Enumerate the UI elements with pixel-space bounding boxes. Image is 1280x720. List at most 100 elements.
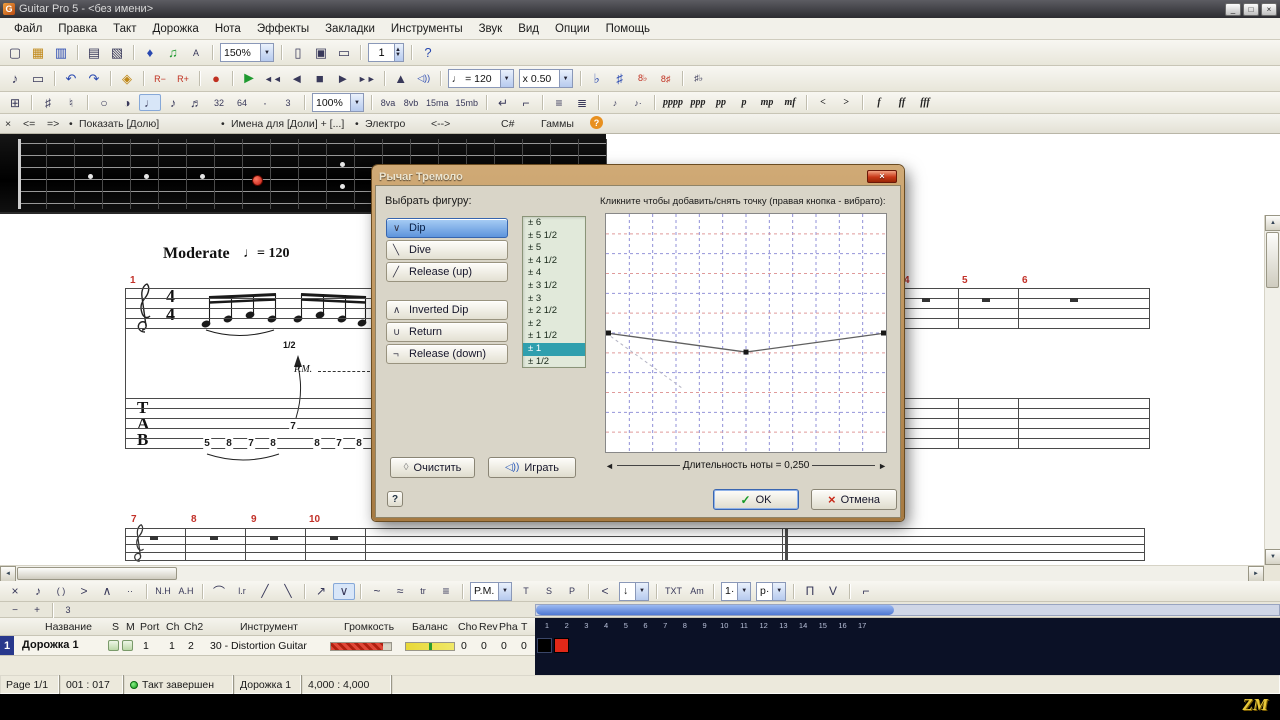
sixtyfourth-note-button[interactable]: 64 [231, 94, 253, 111]
timeline-measure-number[interactable]: 7 [663, 621, 667, 630]
timeline-scrollbar-thumb[interactable] [536, 605, 894, 615]
next-measure-button[interactable]: ► [332, 69, 354, 89]
popping-button[interactable]: P [561, 583, 583, 600]
tapping-button[interactable]: T [515, 583, 537, 600]
track-row[interactable]: 1 Дорожка 1 1 1 2 30 - Distortion Guitar… [0, 636, 535, 656]
align-left-button[interactable]: ≡ [548, 94, 570, 111]
timeline-measure-number[interactable]: 14 [799, 621, 807, 630]
note-entry-button[interactable]: ♪ [4, 69, 26, 89]
text-button[interactable]: TXT [662, 583, 685, 600]
close-button[interactable]: × [1261, 3, 1277, 16]
natural-harmonic-button[interactable]: N.H [152, 583, 174, 600]
tuning-button[interactable]: ♯♭ [688, 69, 710, 89]
heavy-accent-button[interactable]: ∧ [96, 583, 118, 600]
menu-item-7[interactable]: Инструменты [383, 20, 471, 38]
range-item[interactable]: ± 5 1/2 [523, 230, 585, 243]
note-names-button[interactable]: Имена для [Доли] + [...] [228, 116, 347, 132]
measure-timeline[interactable]: 1234567891011121314151617 [535, 618, 1280, 675]
crescendo-button[interactable]: < [812, 94, 834, 111]
menu-item-3[interactable]: Дорожка [144, 20, 206, 38]
vertical-scroll-thumb[interactable] [1266, 232, 1279, 288]
maximize-button[interactable]: □ [1243, 3, 1259, 16]
first-measure-button[interactable]: ◄◄ [261, 69, 285, 89]
fade-in-button[interactable]: < [594, 583, 616, 600]
balance-slider[interactable] [405, 642, 455, 651]
menu-item-5[interactable]: Эффекты [249, 20, 317, 38]
hammer-on-button[interactable]: ⌒ [208, 583, 230, 600]
palm-mute-select[interactable]: P.M.▼ [470, 582, 512, 601]
line-break-button[interactable]: ↵ [492, 94, 514, 111]
scroll-up-button[interactable]: ▲ [1265, 215, 1280, 231]
brush-select[interactable]: ↓▼ [619, 582, 649, 601]
electro-button[interactable]: Электро [362, 116, 408, 132]
score-vertical-scrollbar[interactable]: ▲ ▼ [1264, 215, 1280, 565]
dialog-title-bar[interactable]: Рычаг Тремоло × [375, 168, 901, 185]
range-item[interactable]: ± 3 [523, 293, 585, 306]
menu-item-4[interactable]: Нота [207, 20, 249, 38]
last-measure-button[interactable]: ►► [355, 69, 379, 89]
tremolo-picking-button[interactable]: ≡ [435, 583, 457, 600]
chord-grid-button[interactable]: ⊞ [4, 94, 26, 111]
phaser-value[interactable]: 0 [501, 640, 507, 652]
pickstroke-down-button[interactable]: Π [799, 583, 821, 600]
tempo-select[interactable]: ♩ = 120▼ [448, 69, 514, 88]
pickstroke-up-button[interactable]: V [822, 583, 844, 600]
score-horizontal-scrollbar[interactable]: ◄ ► [0, 565, 1264, 581]
menu-item-9[interactable]: Вид [510, 20, 547, 38]
chorus-value[interactable]: 0 [461, 640, 467, 652]
note-button[interactable]: ♪ [27, 583, 49, 600]
transpose-up-button[interactable]: ♯ [609, 69, 631, 89]
menu-item-11[interactable]: Помощь [598, 20, 658, 38]
slide-legato-button[interactable]: ╱ [254, 583, 276, 600]
timeline-scrollbar[interactable] [535, 604, 1280, 616]
help-button[interactable]: ? [417, 43, 439, 63]
bend-button[interactable]: ↗ [310, 583, 332, 600]
dialog-help-button[interactable]: ? [387, 491, 403, 507]
menu-item-8[interactable]: Звук [471, 20, 511, 38]
range-item[interactable]: ± 2 1/2 [523, 305, 585, 318]
redo-button[interactable]: ↷ [83, 69, 105, 89]
grace-on-beat-button[interactable]: ♪· [627, 94, 649, 111]
ghost-note-button[interactable]: ( ) [50, 583, 72, 600]
dynamic-pppp-button[interactable]: pppp [660, 94, 686, 111]
accent-button[interactable]: > [73, 583, 95, 600]
range-item[interactable]: ± 4 [523, 267, 585, 280]
prev-beat-button[interactable]: <= [20, 116, 38, 132]
relative-speed-select[interactable]: x 0.50▼ [519, 69, 573, 88]
timeline-measure-number[interactable]: 2 [565, 621, 569, 630]
thirtysecond-note-button[interactable]: 32 [208, 94, 230, 111]
stop-button[interactable]: ■ [309, 69, 331, 89]
show-beat-button[interactable]: Показать [Долю] [76, 116, 162, 132]
ottava-bassa-button[interactable]: 8vb [400, 94, 422, 111]
save-button[interactable]: ▥ [50, 43, 72, 63]
timeline-measure-number[interactable]: 4 [604, 621, 608, 630]
figure-button-dip[interactable]: ∨Dip [386, 218, 508, 238]
tremolo-curve-chart[interactable] [605, 213, 887, 453]
figure-button-dive[interactable]: ╲Dive [386, 240, 508, 260]
zoom-select[interactable]: 150%▼ [220, 43, 274, 62]
transpose-down-button[interactable]: ♭ [586, 69, 608, 89]
range-item[interactable]: ± 3 1/2 [523, 280, 585, 293]
timeline-measure-number[interactable]: 3 [584, 621, 588, 630]
port-value[interactable]: 1 [143, 640, 149, 652]
fingering-right-select[interactable]: p·▼ [756, 582, 786, 601]
curve-point[interactable] [744, 350, 749, 355]
tuplet-small-button[interactable]: 3 [57, 603, 79, 617]
line-lock-button[interactable]: ⌐ [515, 94, 537, 111]
scroll-right-button[interactable]: ► [1248, 566, 1264, 582]
triplet-button[interactable]: 3 [277, 94, 299, 111]
menu-item-1[interactable]: Правка [50, 20, 105, 38]
previous-measure-button[interactable]: ◄ [286, 69, 308, 89]
dotted-note-button[interactable]: · [254, 94, 276, 111]
display-zoom-select[interactable]: 100%▼ [312, 93, 364, 112]
marker-button[interactable]: ◈ [116, 69, 138, 89]
note-marker[interactable] [252, 175, 263, 186]
play-figure-button[interactable]: ◁)) Играть [488, 457, 576, 478]
eraser-button[interactable]: ▭ [27, 69, 49, 89]
octave-down-button[interactable]: 8♭ [632, 69, 654, 89]
mute-toggle[interactable] [122, 640, 133, 651]
channel-value[interactable]: 1 [169, 640, 175, 652]
remove-measure-button[interactable]: R− [149, 69, 171, 89]
slide-shift-button[interactable]: ╲ [277, 583, 299, 600]
range-listbox[interactable]: ± 6± 5 1/2± 5± 4 1/2± 4± 3 1/2± 3± 2 1/2… [522, 216, 586, 368]
